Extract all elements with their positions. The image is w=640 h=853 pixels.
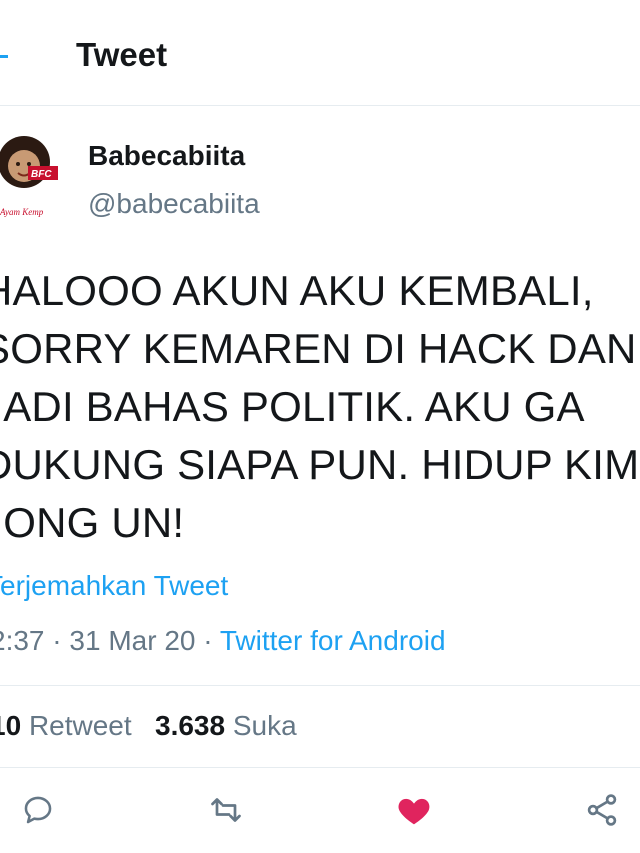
avatar-badge: BFC (31, 169, 52, 180)
tweet-source[interactable]: Twitter for Android (220, 625, 446, 656)
divider (0, 685, 640, 686)
tweet-stats: 10 Retweet 3.638 Suka (0, 710, 297, 742)
share-icon (587, 794, 617, 826)
reply-button[interactable] (18, 790, 58, 830)
share-button[interactable] (582, 790, 622, 830)
like-button[interactable] (394, 790, 434, 830)
avatar-caption: Ayam Kemp (0, 207, 44, 217)
avatar[interactable]: BFC Ayam Kemp (0, 132, 58, 220)
reply-icon (24, 796, 52, 824)
tweet-time: 2:37 (0, 625, 45, 656)
tweet-date: 31 Mar 20 (69, 625, 196, 656)
page-title: Tweet (76, 36, 168, 73)
tweet-text: HALOOO AKUN AKU KEMBALI, SORRY KEMAREN D… (0, 267, 640, 546)
retweet-count[interactable]: 10 (0, 710, 21, 741)
tweet-meta: 2:37 · 31 Mar 20 · Twitter for Android (0, 625, 446, 657)
like-count[interactable]: 3.638 (155, 710, 225, 741)
retweet-icon (211, 798, 241, 822)
like-label[interactable]: Suka (233, 710, 297, 741)
back-arrow-icon[interactable] (0, 55, 8, 58)
divider (0, 767, 640, 768)
retweet-label[interactable]: Retweet (29, 710, 132, 741)
translate-tweet-link[interactable]: Terjemahkan Tweet (0, 570, 228, 602)
author-name[interactable]: Babecabiita (88, 140, 245, 172)
retweet-button[interactable] (206, 790, 246, 830)
like-icon (398, 798, 430, 825)
top-bar: Tweet (0, 0, 640, 106)
author-handle[interactable]: @babecabiita (88, 188, 260, 220)
